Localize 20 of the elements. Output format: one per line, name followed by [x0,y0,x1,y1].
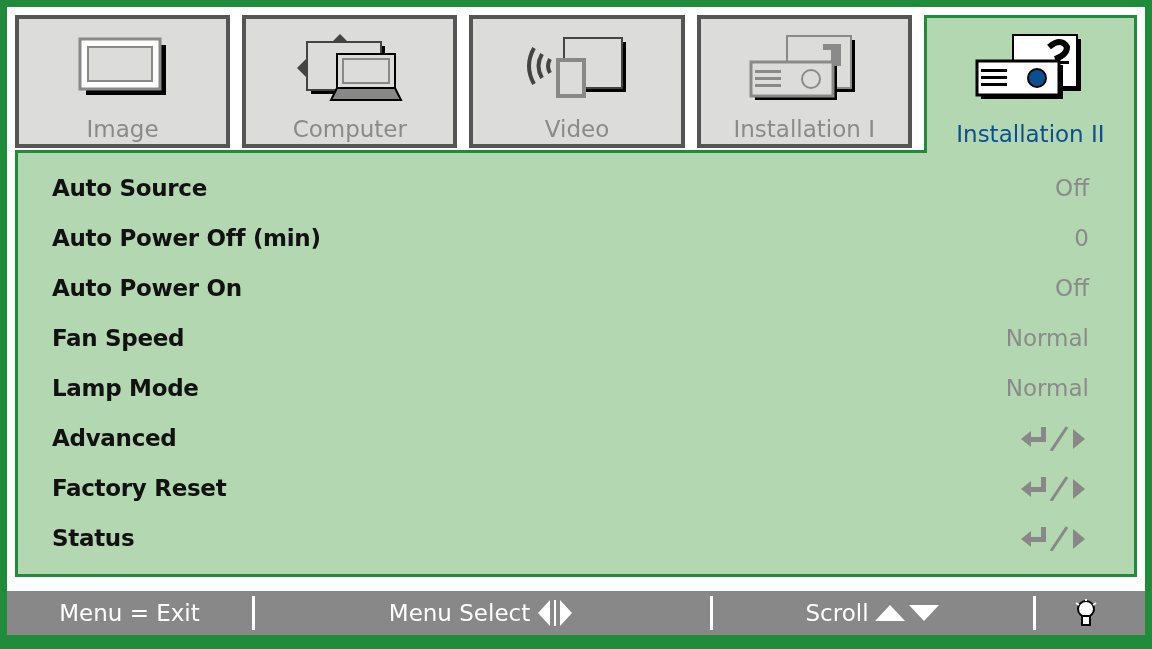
setting-value: 0 [1074,225,1089,251]
footer-hint: Menu = Exit [59,600,200,626]
setting-label[interactable]: Advanced [52,425,177,451]
setting-value: Normal [1005,375,1089,401]
screen-icon [77,37,168,97]
up-down-arrows-icon [874,603,941,623]
setting-label[interactable]: Status [52,525,135,551]
setting-value: Normal [1005,325,1089,351]
menu-tab[interactable]: Installation II [923,15,1137,153]
footer-hint: Menu Select [388,600,531,626]
lightbulb-icon [1075,599,1097,627]
setting-label[interactable]: Factory Reset [52,475,227,501]
setting-value: Off [1055,275,1089,301]
setting-label[interactable]: Auto Power Off (min) [52,225,321,251]
setting-label[interactable]: Auto Power On [52,275,242,301]
setting-label[interactable]: Lamp Mode [52,375,199,401]
setting-label[interactable]: Auto Source [52,175,207,201]
setting-label[interactable]: Fan Speed [52,325,185,351]
footer-hint: Scroll [805,600,869,626]
setting-value: Off [1055,175,1089,201]
